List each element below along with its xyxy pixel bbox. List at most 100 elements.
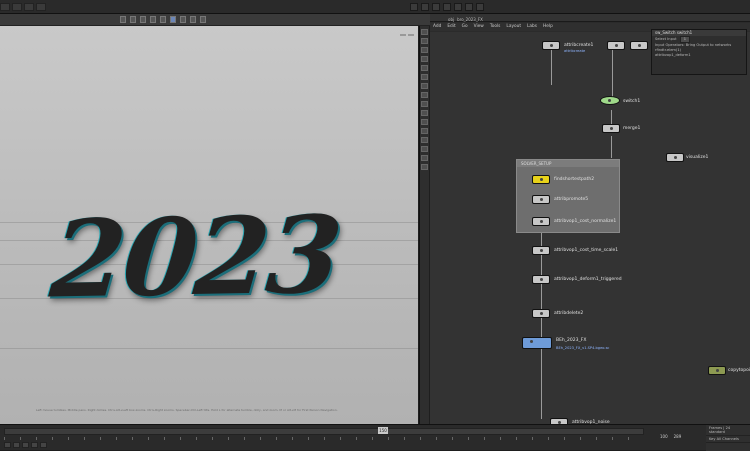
node-switch1[interactable] [600,96,620,105]
desk-button[interactable] [0,3,10,11]
display-option-icon[interactable] [421,119,428,125]
display-option-icon[interactable] [421,110,428,116]
network-canvas[interactable]: SOLVER_SETUP attribcreate1 attribcreate … [430,32,750,427]
node-dot-icon [540,178,543,181]
last-frame-icon[interactable] [40,442,47,448]
pane-tab[interactable] [465,3,473,11]
year-geometry: 2023 [46,191,345,322]
wire [551,50,552,85]
node-label: merge1 [623,126,641,131]
start-frame[interactable]: 100 [660,434,668,439]
display-option-icon[interactable] [421,47,428,53]
menu-labs[interactable]: Labs [527,23,537,31]
select-input-field[interactable]: 1 [679,36,690,43]
fps-setting[interactable]: Frames | 24 standard [706,425,750,436]
desk-button[interactable] [36,3,46,11]
viewport-help-text: Left mouse tumbles. Middle pans. Right d… [36,408,338,412]
display-option-icon[interactable] [421,29,428,35]
play-icon[interactable] [22,442,29,448]
pane-tab[interactable] [476,3,484,11]
node-attribpromote5[interactable] [532,195,550,204]
current-frame-marker[interactable]: 150 [378,427,388,434]
timeline-track[interactable] [4,428,644,435]
display-option-icon[interactable] [421,137,428,143]
display-option-icon[interactable] [421,56,428,62]
grid-line [0,348,418,349]
network-tabs: obj bro_2023_FX [430,14,750,22]
display-option-icon[interactable] [421,92,428,98]
menu-tools[interactable]: Tools [490,23,501,31]
display-option-icon[interactable] [421,74,428,80]
next-frame-icon[interactable] [31,442,38,448]
node-attribvop1-cost-normalize1[interactable] [532,217,550,226]
node-dot-icon [540,220,543,223]
node-attribwrangle[interactable] [607,41,625,50]
frame-range: 100 289 [660,434,681,439]
node-label: switch1 [623,99,641,104]
node-beh-2023-fx[interactable] [522,337,552,349]
wire [611,136,612,158]
timeline-ticks [4,437,644,440]
display-option-icon[interactable] [421,83,428,89]
display-option-icon[interactable] [421,164,428,170]
node-dot-icon [550,44,553,47]
menu-view[interactable]: View [474,23,484,31]
brush-tool-icon[interactable] [200,16,206,23]
handle-tool-icon[interactable] [160,16,166,23]
pane-tab[interactable] [421,3,429,11]
scene-viewport[interactable]: 2023 [0,26,418,424]
pose-tool-icon[interactable] [190,16,196,23]
node-dot-icon [530,340,533,343]
desk-button[interactable] [24,3,34,11]
pane-tab[interactable] [443,3,451,11]
breadcrumb: obj bro_2023_FX [430,17,483,22]
view-tool-icon[interactable] [170,16,176,23]
first-frame-icon[interactable] [4,442,11,448]
pane-tab[interactable] [454,3,462,11]
select-tool-icon[interactable] [120,16,126,23]
node-attribcreate1[interactable] [542,41,560,50]
node-attribwrangle-2[interactable] [630,41,648,50]
display-option-icon[interactable] [421,128,428,134]
move-tool-icon[interactable] [130,16,136,23]
node-attribvop1-cost-time-scale1[interactable] [532,246,550,255]
node-attribdelete2[interactable] [532,309,550,318]
menu-edit[interactable]: Edit [447,23,455,31]
node-attribvop1-deform1-triggered[interactable] [532,275,550,284]
parameter-pane: sw_Switch switch1 Select Input 1 Input O… [651,29,747,75]
display-option-icon[interactable] [421,65,428,71]
breadcrumb-item[interactable]: obj [448,17,454,22]
pane-tab[interactable] [432,3,440,11]
node-label: copytopoint1 [728,368,750,373]
scale-tool-icon[interactable] [150,16,156,23]
rotate-tool-icon[interactable] [140,16,146,23]
pane-tab[interactable] [410,3,418,11]
node-dot-icon [540,249,543,252]
camera-pill[interactable] [400,34,406,36]
display-option-icon[interactable] [421,101,428,107]
display-option-icon[interactable] [421,38,428,44]
display-option-icon[interactable] [421,155,428,161]
end-frame[interactable]: 289 [674,434,682,439]
menu-help[interactable]: Help [543,23,553,31]
node-findshortestpath2[interactable] [532,175,550,184]
key-all-channels[interactable]: Key All Channels [706,436,750,443]
menu-add[interactable]: Add [433,23,441,31]
node-copytopoint1[interactable] [708,366,726,375]
node-visualize1[interactable] [666,153,684,162]
menu-go[interactable]: Go [462,23,468,31]
param-row: attribvop1_deform1 [655,53,691,57]
display-option-icon[interactable] [421,146,428,152]
node-label: attribvop1_cost_time_scale1 [554,248,619,253]
prev-frame-icon[interactable] [13,442,20,448]
network-editor: obj bro_2023_FX Add Edit Go View Tools L… [430,14,750,427]
camera-pill[interactable] [408,34,414,36]
breadcrumb-item[interactable]: bro_2023_FX [457,17,483,22]
node-merge1[interactable] [602,124,620,133]
node-dot-icon [540,312,543,315]
snap-icon[interactable] [180,16,186,23]
node-label: visualize1 [686,155,709,160]
netbox-title: SOLVER_SETUP [517,160,619,167]
desk-button[interactable] [12,3,22,11]
menu-layout[interactable]: Layout [506,23,521,31]
